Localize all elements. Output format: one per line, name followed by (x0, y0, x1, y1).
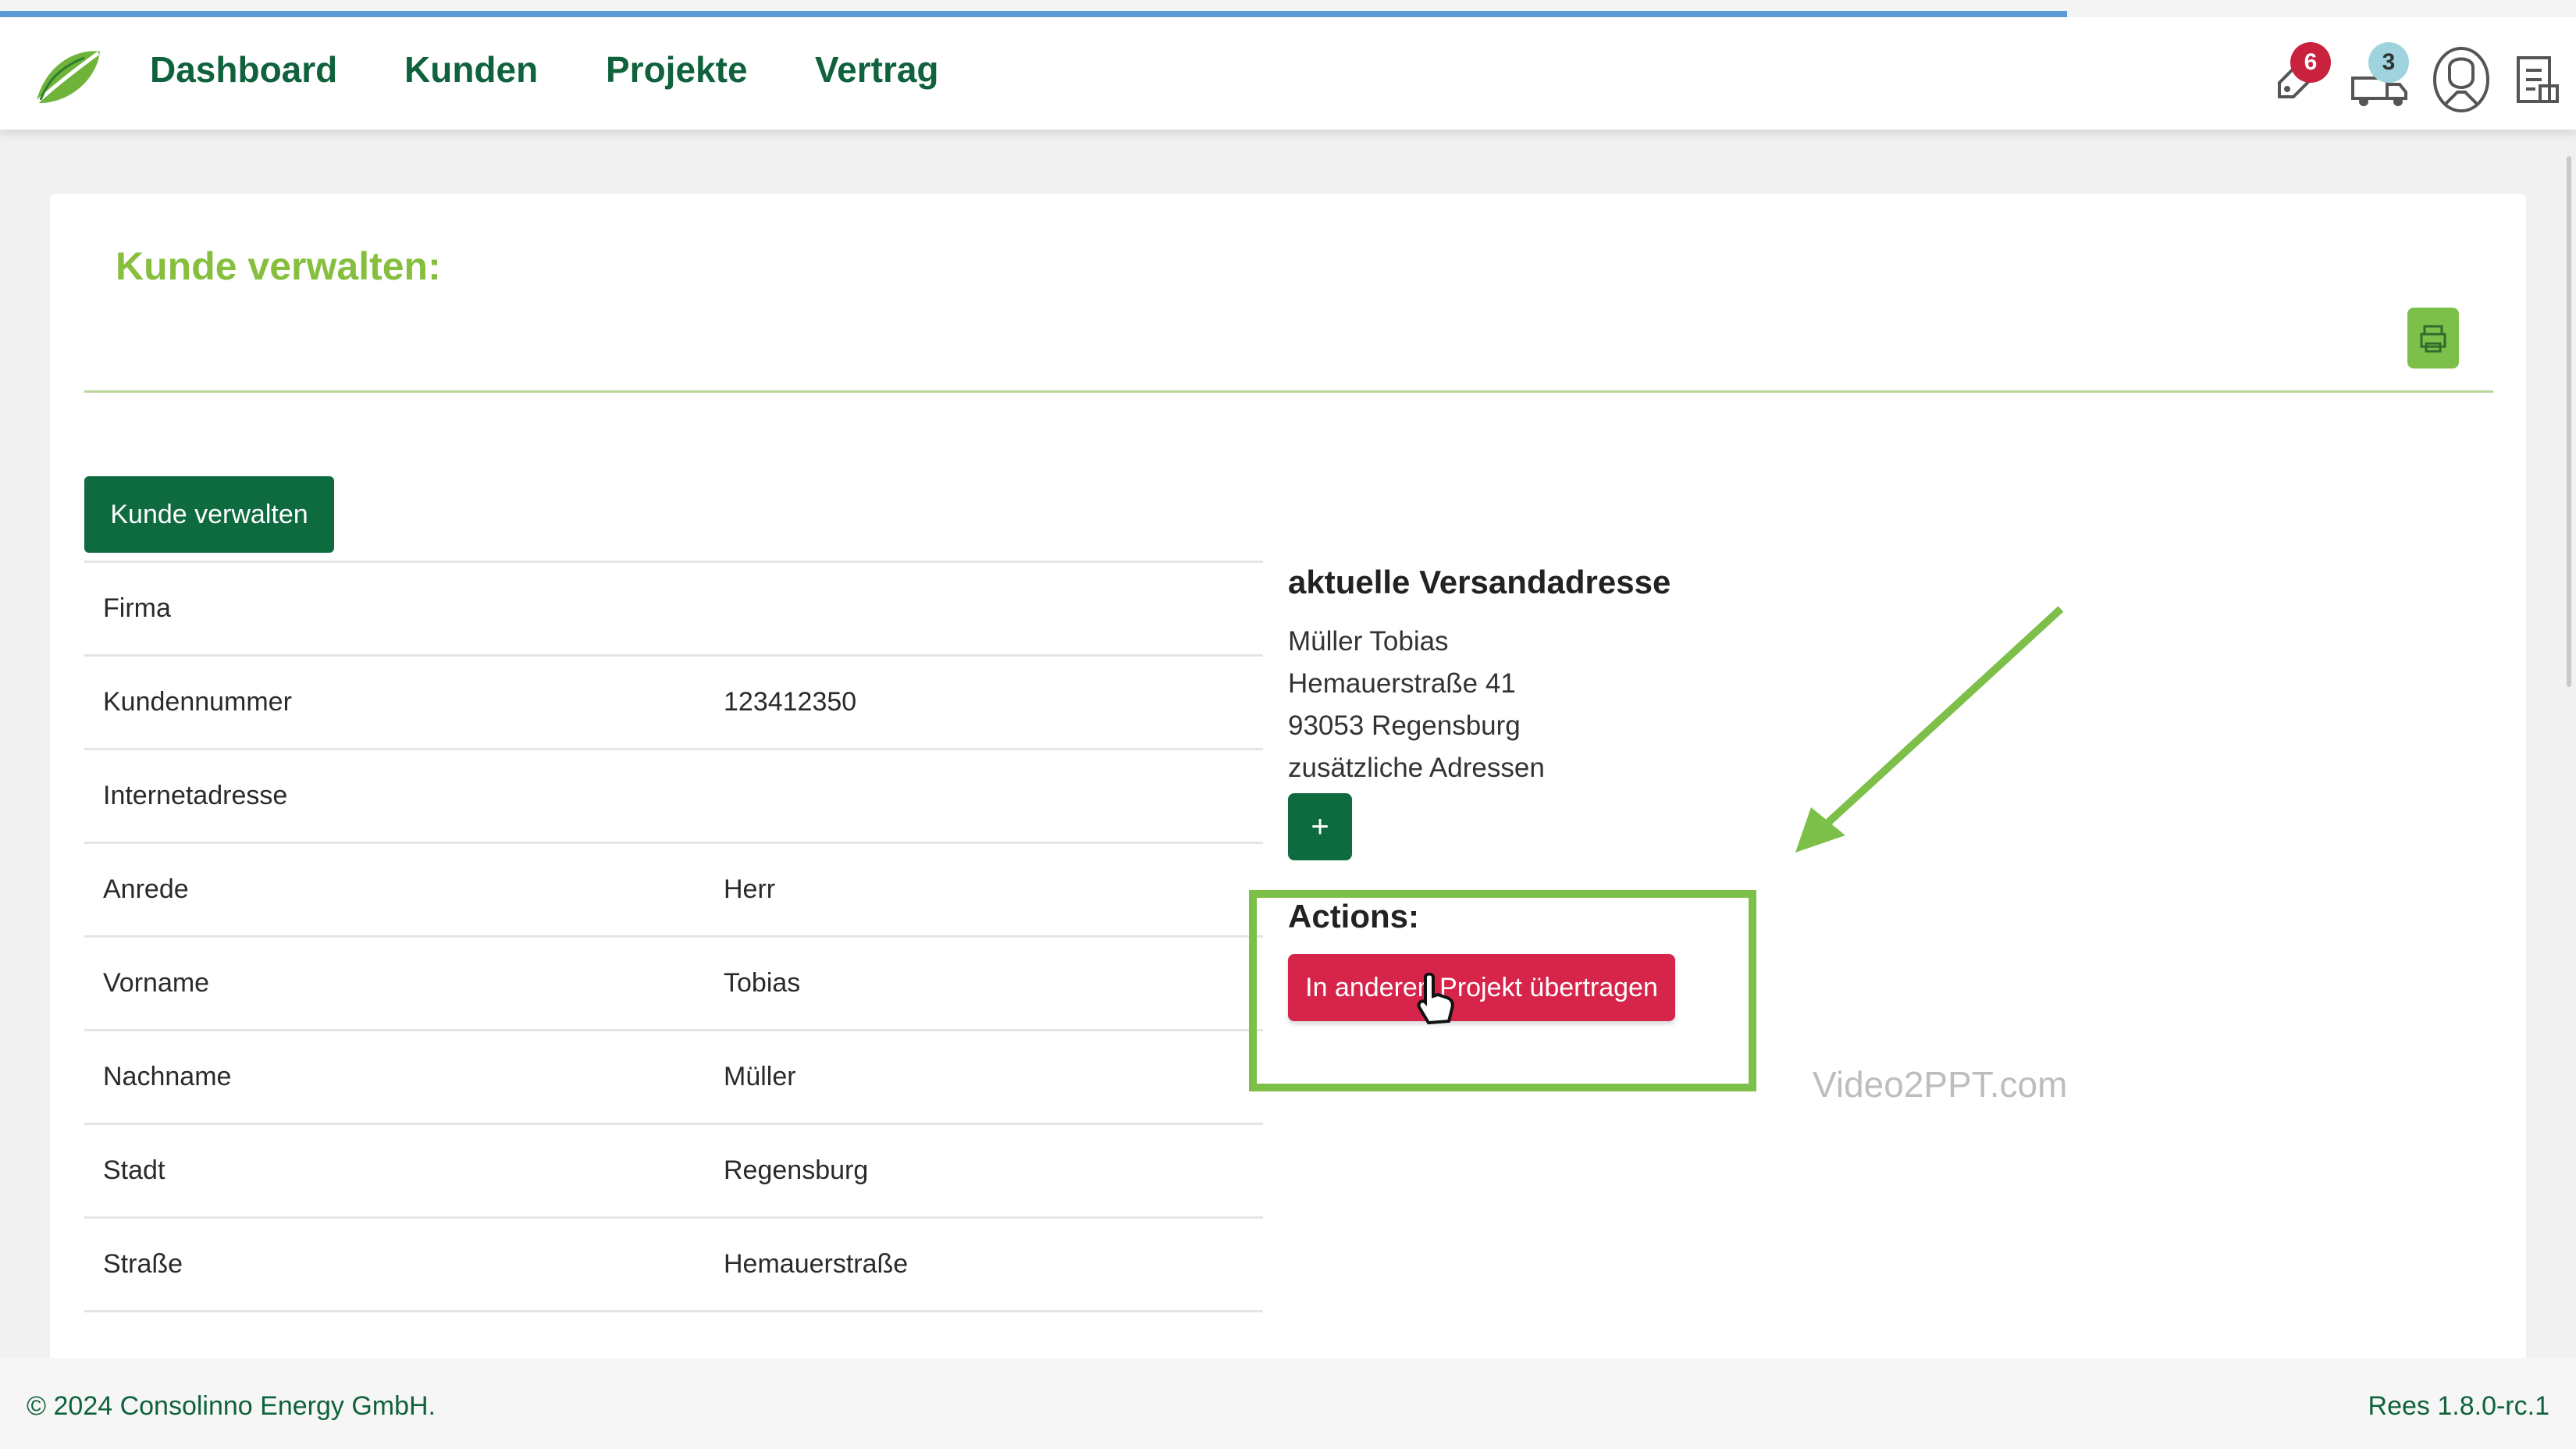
field-label: Straße (84, 1217, 724, 1312)
card-divider (84, 390, 2493, 393)
table-row: Kundennummer 123412350 (84, 655, 1263, 750)
print-button[interactable] (2407, 308, 2459, 368)
field-value: 123412350 (724, 655, 1263, 750)
table-row: Firma (84, 561, 1263, 657)
watermark: Video2PPT.com (1813, 1064, 2068, 1105)
nav-projekte[interactable]: Projekte (606, 48, 748, 91)
field-label: Firma (84, 561, 724, 657)
page-load-progress (0, 11, 2067, 17)
scrollbar[interactable] (2567, 156, 2571, 687)
field-value: Tobias (724, 936, 1263, 1031)
shipping-address-title: aktuelle Versandadresse (1288, 564, 1671, 600)
field-value: Müller (724, 1030, 1263, 1125)
messages-button[interactable]: 3 (2345, 39, 2415, 117)
shipping-name: Müller Tobias (1288, 626, 1449, 657)
page-title: Kunde verwalten: (116, 244, 441, 288)
manage-customer-button[interactable]: Kunde verwalten (84, 476, 334, 553)
field-value: Herr (724, 842, 1263, 938)
table-row: Anrede Herr (84, 842, 1263, 938)
user-profile-button[interactable] (2426, 39, 2496, 117)
notifications-button[interactable]: 6 (2264, 39, 2334, 117)
footer: © 2024 Consolinno Energy GmbH. Rees 1.8.… (0, 1358, 2576, 1449)
field-label: Internetadresse (84, 749, 724, 844)
table-row: Vorname Tobias (84, 936, 1263, 1031)
notifications-badge: 6 (2290, 42, 2331, 83)
field-label: Kundennummer (84, 655, 724, 750)
field-value (724, 749, 1263, 844)
leaf-logo-icon[interactable] (30, 41, 105, 116)
version-label: Rees 1.8.0-rc.1 (2368, 1391, 2549, 1421)
field-value: Regensburg (724, 1123, 1263, 1219)
user-icon (2433, 47, 2489, 112)
shipping-street: Hemauerstraße 41 (1288, 668, 1516, 699)
page-load-bar (0, 0, 2576, 17)
shipping-city: 93053 Regensburg (1288, 710, 1521, 741)
customer-fields-table: Firma Kundennummer 123412350 Internetadr… (84, 561, 1263, 1312)
field-label: Vorname (84, 936, 724, 1031)
field-label: Stadt (84, 1123, 724, 1219)
field-label: Anrede (84, 842, 724, 938)
copyright: © 2024 Consolinno Energy GmbH. (27, 1391, 436, 1421)
printer-icon (2420, 325, 2446, 353)
table-row: Straße Hemauerstraße (84, 1217, 1263, 1312)
pointer-arrow-icon (1795, 606, 2064, 853)
add-address-button[interactable]: + (1288, 793, 1352, 860)
table-row: Stadt Regensburg (84, 1123, 1263, 1219)
table-row: Internetadresse (84, 749, 1263, 844)
field-value (724, 561, 1263, 657)
field-label: Nachname (84, 1030, 724, 1125)
document-icon (2517, 56, 2559, 103)
messages-badge: 3 (2368, 42, 2409, 83)
documents-button[interactable] (2509, 39, 2564, 117)
hand-cursor-icon (1417, 973, 1454, 1025)
top-navbar: Dashboard Kunden Projekte Vertrag 6 3 (0, 17, 2576, 130)
nav-vertrag[interactable]: Vertrag (815, 48, 939, 91)
customer-card: Kunde verwalten: Kunde verwalten Firma K… (50, 194, 2526, 1380)
table-row: Nachname Müller (84, 1030, 1263, 1125)
field-value: Hemauerstraße (724, 1217, 1263, 1312)
nav-dashboard[interactable]: Dashboard (150, 48, 337, 91)
highlight-frame (1249, 890, 1756, 1091)
additional-addresses-label: zusätzliche Adressen (1288, 753, 1545, 783)
nav-kunden[interactable]: Kunden (404, 48, 538, 91)
